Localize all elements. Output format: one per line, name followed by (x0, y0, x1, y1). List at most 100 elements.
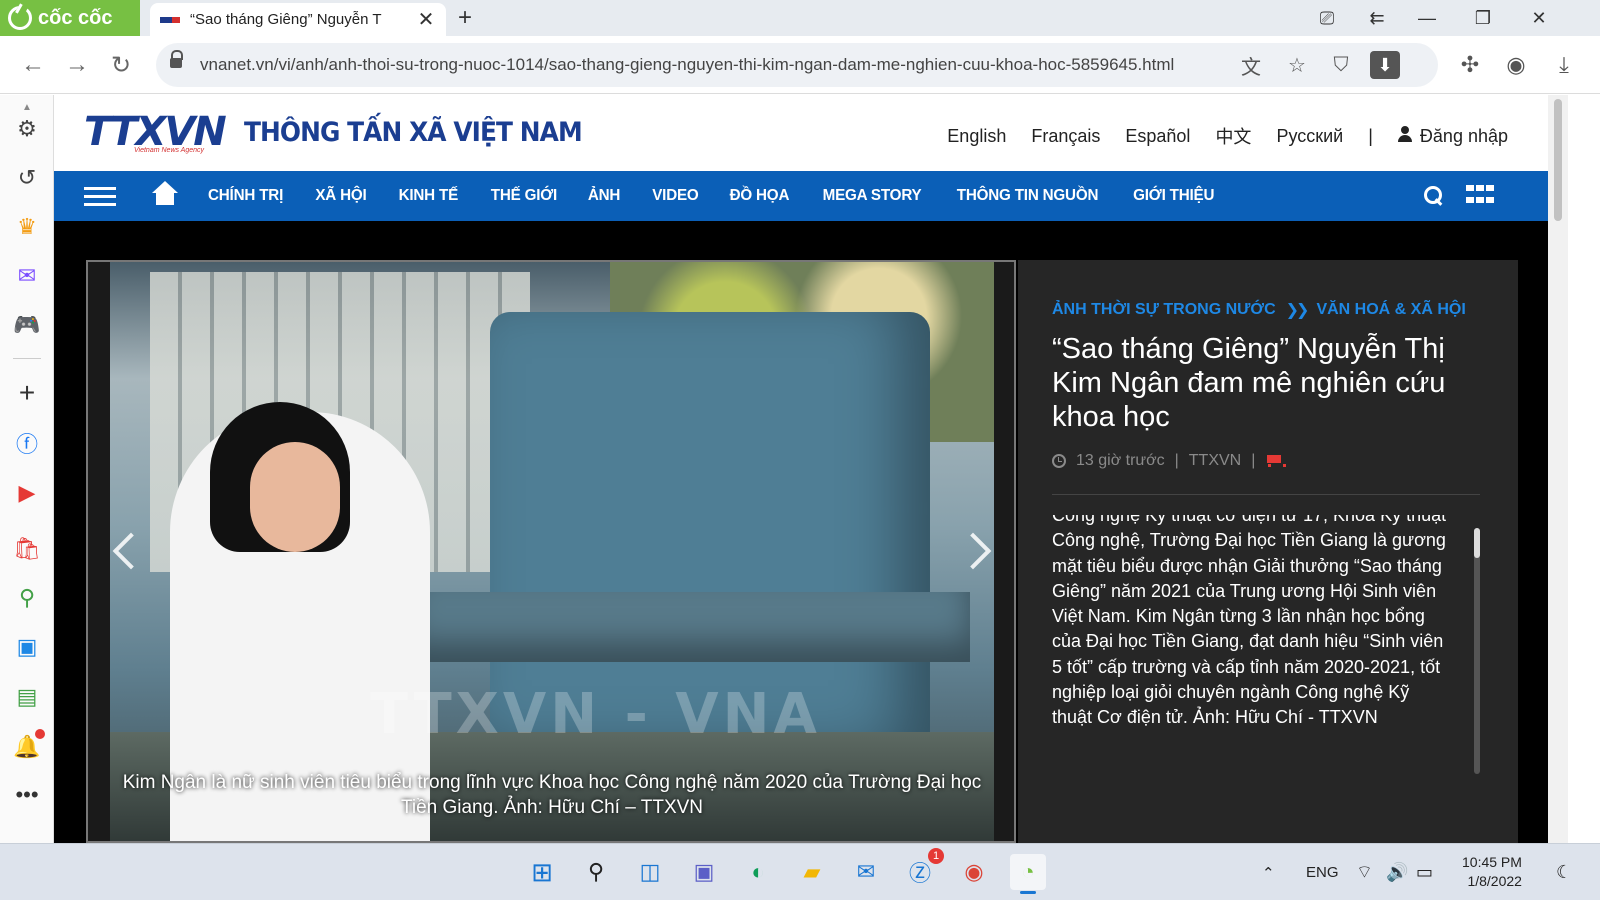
youtube-icon[interactable]: ▶ (11, 477, 43, 509)
extensions-icon[interactable]: ✣ (1454, 49, 1486, 81)
login-link[interactable]: Đăng nhập (1397, 125, 1508, 147)
page-scrollbar[interactable] (1548, 95, 1568, 843)
restore-button[interactable]: ❐ (1458, 0, 1508, 36)
next-photo-arrow-icon[interactable] (962, 532, 992, 572)
bookmark-star-icon[interactable]: ☆ (1282, 51, 1312, 79)
tiki-icon[interactable]: ▣ (11, 631, 43, 663)
url-text[interactable]: vnanet.vn/vi/anh/anh-thoi-su-trong-nuoc-… (200, 55, 1174, 75)
shield-icon[interactable]: ⛉ (1326, 51, 1356, 79)
nav-gioi-thieu[interactable]: GIỚI THIỆU (1133, 187, 1214, 205)
settings-gear-icon[interactable]: ⚙ (11, 113, 43, 145)
bell-icon[interactable]: 🔔 (11, 729, 45, 763)
zalo-icon[interactable]: Ⓩ 1 (902, 848, 944, 890)
translate-icon[interactable]: 文 (1236, 51, 1266, 79)
edge-browser-icon[interactable]: ◐ (740, 854, 776, 890)
article-photo[interactable]: TTXVN - VNA (110, 262, 994, 841)
nav-mega-story[interactable]: MEGA STORY (823, 187, 922, 205)
lang-spanish[interactable]: Español (1125, 126, 1190, 147)
spreadsheet-icon[interactable]: ▤ (11, 681, 43, 713)
clock-time: 10:45 PM (1462, 854, 1522, 870)
more-icon[interactable]: ••• (11, 779, 43, 811)
wifi-icon[interactable]: ⌔ (1356, 844, 1373, 901)
apps-grid-icon[interactable] (1466, 185, 1494, 207)
reload-button[interactable]: ↻ (104, 48, 138, 82)
meta-divider (1052, 494, 1480, 495)
nav-anh[interactable]: ẢNH (588, 187, 621, 205)
lang-french[interactable]: Français (1031, 126, 1100, 147)
article-source: TTXVN (1188, 452, 1242, 469)
nav-video[interactable]: VIDEO (652, 187, 699, 205)
close-tab-button[interactable]: ✕ (416, 7, 436, 32)
downloads-icon[interactable]: ⤓ (1548, 49, 1580, 81)
coccoc-taskbar-icon[interactable]: ◔ (1010, 854, 1046, 894)
messenger-icon[interactable]: ✉ (11, 260, 43, 292)
description-scroll-area[interactable]: Công nghệ Kỹ thuật cơ điện tử 17, Khoa K… (1052, 515, 1452, 770)
lang-chinese[interactable]: 中文 (1215, 123, 1251, 149)
nav-chinh-tri[interactable]: CHÍNH TRỊ (208, 187, 283, 205)
article-title: “Sao tháng Giêng” Nguyễn Thị Kim Ngân đa… (1052, 333, 1446, 433)
hamburger-menu-icon[interactable] (84, 187, 116, 207)
article-info-panel: ẢNH THỜI SỰ TRONG NƯỚC ❯❯ VĂN HOÁ & XÃ H… (1018, 260, 1518, 843)
lang-english[interactable]: English (947, 126, 1006, 147)
back-button[interactable]: ← (16, 48, 50, 82)
history-icon[interactable]: ↺ (11, 162, 43, 194)
gamepad-icon[interactable]: 🎮 (11, 309, 43, 341)
lock-icon[interactable] (170, 50, 183, 70)
crown-icon[interactable]: ♛ (11, 211, 43, 243)
notifications-moon-icon[interactable]: ☾ (1556, 844, 1572, 901)
nav-do-hoa[interactable]: ĐỒ HỌA (730, 187, 790, 205)
start-windows-icon[interactable]: ⊞ (524, 854, 560, 890)
file-explorer-icon[interactable]: ▰ (794, 854, 830, 890)
nav-the-gioi[interactable]: THẾ GIỚI (490, 187, 557, 205)
minimize-button[interactable]: — (1402, 0, 1452, 36)
profile-icon[interactable]: ◉ (1500, 49, 1532, 81)
notification-dot (35, 729, 45, 739)
battery-icon[interactable]: ▭ (1416, 844, 1433, 901)
tray-overflow-icon[interactable]: ⌃ (1262, 844, 1275, 901)
close-window-button[interactable]: ✕ (1514, 0, 1564, 36)
logo-tagline: Vietnam News Agency (134, 147, 205, 154)
browser-sidebar: ▲ ⚙ ↺ ♛ ✉ 🎮 + ⓕ ▶ 🛍 ⚲ ▣ ▤ 🔔 ••• (0, 95, 54, 843)
search-icon[interactable] (1424, 186, 1444, 206)
facebook-icon[interactable]: ⓕ (11, 427, 43, 459)
chrome-icon[interactable]: ◉ (956, 854, 992, 890)
breadcrumb-subcategory[interactable]: VĂN HOÁ & XÃ HỘI (1316, 301, 1465, 319)
active-tab[interactable]: “Sao tháng Giêng” Nguyễn T ✕ (150, 3, 446, 36)
system-clock[interactable]: 10:45 PM 1/8/2022 (1462, 853, 1522, 891)
mail-icon[interactable]: ✉ (848, 854, 884, 890)
teams-chat-icon[interactable]: ▣ (686, 854, 722, 890)
add-sidebar-item-icon[interactable]: + (11, 377, 43, 409)
nav-kinh-te[interactable]: KINH TẾ (399, 187, 459, 205)
main-navigation: CHÍNH TRỊ XÃ HỘI KINH TẾ THẾ GIỚI ẢNH VI… (54, 171, 1548, 221)
forward-button[interactable]: → (60, 48, 94, 82)
breadcrumb-category[interactable]: ẢNH THỜI SỰ TRONG NƯỚC (1052, 301, 1276, 319)
user-icon (1397, 125, 1412, 142)
article-meta: 13 giờ trước | TTXVN | (1052, 452, 1287, 470)
site-name[interactable]: THÔNG TẤN XÃ VIỆT NAM (244, 117, 583, 148)
tab-title: “Sao tháng Giêng” Nguyễn T (190, 11, 382, 28)
reading-mode-icon[interactable]: ⎚ (1302, 0, 1352, 36)
nav-xa-hoi[interactable]: XÃ HỘI (315, 187, 366, 205)
address-bar[interactable]: vnanet.vn/vi/anh/anh-thoi-su-trong-nuoc-… (156, 43, 1438, 87)
lang-russian[interactable]: Русский (1276, 126, 1343, 147)
publish-time: 13 giờ trước (1076, 452, 1165, 469)
lang-separator: | (1368, 125, 1373, 146)
shopee-icon[interactable]: 🛍 (11, 533, 43, 565)
volume-icon[interactable]: 🔊 (1386, 844, 1408, 901)
coccoc-menu-button[interactable]: cốc cốc (0, 0, 140, 36)
new-tab-button[interactable]: + (458, 4, 472, 32)
task-view-icon[interactable]: ◫ (632, 854, 668, 890)
description-scrollbar[interactable] (1474, 528, 1480, 774)
home-icon[interactable] (152, 181, 178, 205)
savefrom-download-icon[interactable]: ⬇ (1370, 51, 1400, 79)
nav-thong-tin-nguon[interactable]: THÔNG TIN NGUỒN (957, 187, 1099, 205)
taskbar-search-icon[interactable]: ⚲ (578, 854, 614, 890)
page-scrollbar-thumb[interactable] (1554, 99, 1562, 221)
map-pin-icon[interactable]: ⚲ (11, 582, 43, 614)
cart-icon[interactable] (1265, 454, 1287, 468)
tab-search-icon[interactable]: ⇇ (1352, 0, 1402, 36)
previous-photo-arrow-icon[interactable] (108, 532, 138, 572)
input-language[interactable]: ENG (1306, 844, 1339, 901)
site-header: TTXVN Vietnam News Agency THÔNG TẤN XÃ V… (54, 95, 1548, 171)
coccoc-logo-icon (8, 6, 32, 30)
